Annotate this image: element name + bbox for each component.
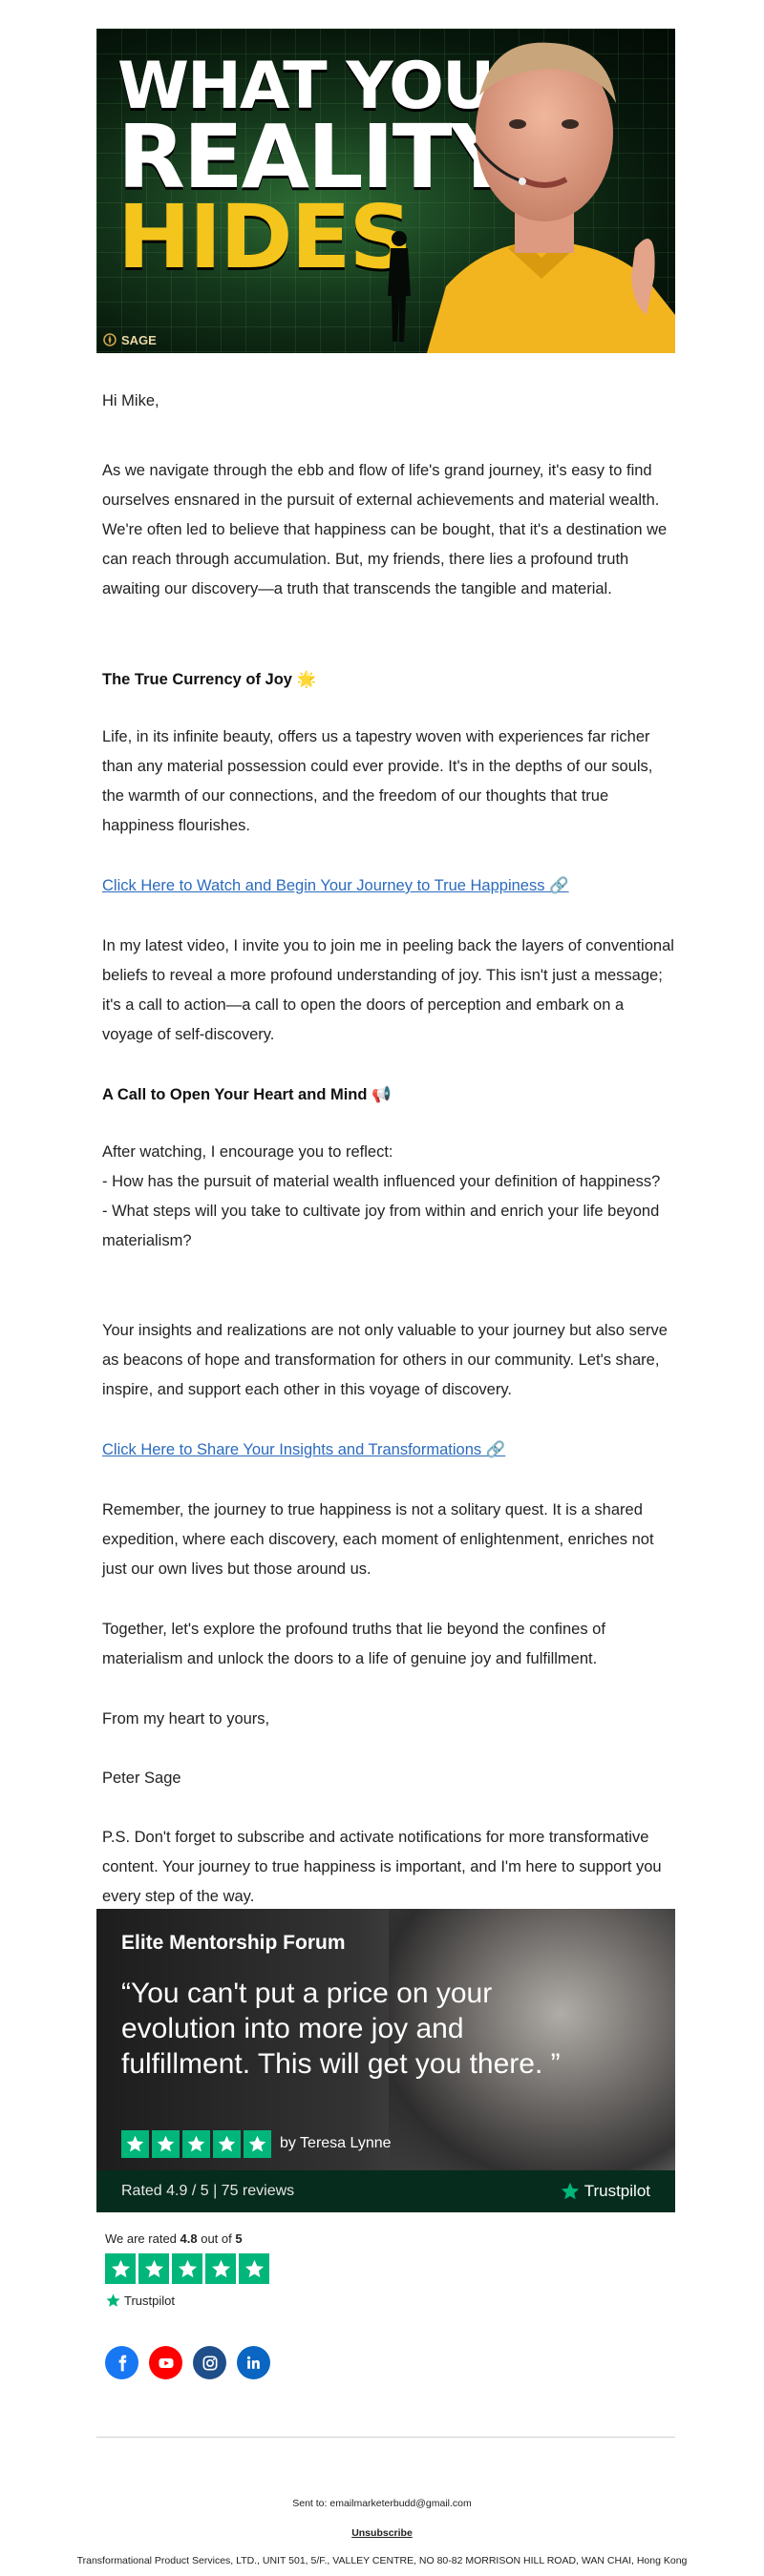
reflect-block: After watching, I encourage you to refle…: [102, 1138, 675, 1256]
trustpilot-logo[interactable]: Trustpilot: [560, 2181, 650, 2202]
star-icon: [152, 2130, 180, 2158]
watch-link-wrapper: Click Here to Watch and Begin Your Journ…: [102, 871, 675, 901]
life-paragraph: Life, in its infinite beauty, offers us …: [102, 728, 653, 834]
star-icon: [172, 2253, 202, 2284]
share-link-wrapper: Click Here to Share Your Insights and Tr…: [102, 1435, 675, 1465]
section-heading-call: A Call to Open Your Heart and Mind 📢: [102, 1086, 392, 1103]
unsubscribe-link[interactable]: Unsubscribe: [351, 2527, 413, 2539]
rating-prefix: We are rated: [105, 2231, 180, 2246]
linkedin-icon[interactable]: [237, 2346, 270, 2379]
greeting: Hi Mike,: [102, 392, 159, 409]
ps-paragraph: P.S. Don't forget to subscribe and activ…: [102, 1829, 662, 1905]
email-page: WHAT YOUR REALITY HIDES SAGE Hi Mike, As…: [0, 0, 764, 2576]
together-paragraph: Together, let's explore the profound tru…: [102, 1621, 605, 1667]
trustpilot-small-text: Trustpilot: [124, 2293, 175, 2308]
sage-emblem-icon: [103, 333, 117, 346]
star-icon: [182, 2130, 210, 2158]
testimonial-stars: [121, 2130, 271, 2158]
youtube-icon[interactable]: [149, 2346, 182, 2379]
closing-line: From my heart to yours,: [102, 1710, 270, 1728]
star-icon: [105, 2253, 136, 2284]
hero-banner[interactable]: WHAT YOUR REALITY HIDES SAGE: [96, 29, 675, 353]
intro-paragraph: As we navigate through the ebb and flow …: [102, 462, 668, 597]
watch-video-link[interactable]: Click Here to Watch and Begin Your Journ…: [102, 877, 569, 894]
star-icon: [138, 2253, 169, 2284]
rating-max: 5: [235, 2231, 243, 2246]
reflect-question-2: - What steps will you take to cultivate …: [102, 1203, 660, 1249]
insights-paragraph: Your insights and realizations are not o…: [102, 1322, 668, 1398]
reflect-intro: After watching, I encourage you to refle…: [102, 1143, 393, 1161]
testimonial-card: Elite Mentorship Forum “You can't put a …: [96, 1909, 675, 2212]
testimonial-forum-title: Elite Mentorship Forum: [121, 1932, 346, 1954]
social-links: [105, 2346, 270, 2379]
instagram-icon[interactable]: [193, 2346, 226, 2379]
testimonial-quote: “You can't put a price on your evolution…: [121, 1978, 561, 2080]
footer-divider: [96, 2437, 675, 2438]
rating-summary: Rated 4.9 / 5 | 75 reviews: [121, 2183, 295, 2199]
facebook-icon[interactable]: [105, 2346, 138, 2379]
rating-text: We are rated 4.8 out of 5: [105, 2231, 269, 2246]
star-icon: [121, 2130, 149, 2158]
star-icon: [244, 2130, 271, 2158]
trustpilot-small-logo: Trustpilot: [105, 2293, 269, 2309]
trustpilot-bar: Rated 4.9 / 5 | 75 reviews Trustpilot: [96, 2170, 675, 2212]
signature: Peter Sage: [102, 1770, 181, 1787]
star-icon: [213, 2130, 241, 2158]
rating-stars: [105, 2253, 269, 2284]
footer-address: Transformational Product Services, LTD.,…: [76, 2555, 688, 2566]
star-icon: [239, 2253, 269, 2284]
sage-logo: SAGE: [102, 332, 157, 347]
trustpilot-star-icon: [106, 2293, 120, 2307]
remember-paragraph: Remember, the journey to true happiness …: [102, 1501, 654, 1578]
footer-unsubscribe-wrapper: Unsubscribe: [0, 2527, 764, 2539]
presenter-portrait: [427, 42, 675, 353]
testimonial-author: by Teresa Lynne: [280, 2135, 392, 2151]
rating-middle: out of: [197, 2231, 236, 2246]
rating-score: 4.8: [180, 2231, 198, 2246]
footer-sent-to: Sent to: emailmarketerbudd@gmail.com: [292, 2498, 472, 2509]
trustpilot-rating-widget[interactable]: We are rated 4.8 out of 5 Trustpilot: [105, 2231, 269, 2309]
trustpilot-star-icon: [561, 2182, 579, 2200]
video-paragraph: In my latest video, I invite you to join…: [102, 937, 674, 1043]
sage-logo-text: SAGE: [121, 332, 157, 347]
share-insights-link[interactable]: Click Here to Share Your Insights and Tr…: [102, 1441, 505, 1458]
trustpilot-logo-text: Trustpilot: [584, 2182, 650, 2200]
section-heading-joy: The True Currency of Joy 🌟: [102, 671, 317, 688]
reflect-question-1: - How has the pursuit of material wealth…: [102, 1173, 661, 1190]
star-icon: [205, 2253, 236, 2284]
